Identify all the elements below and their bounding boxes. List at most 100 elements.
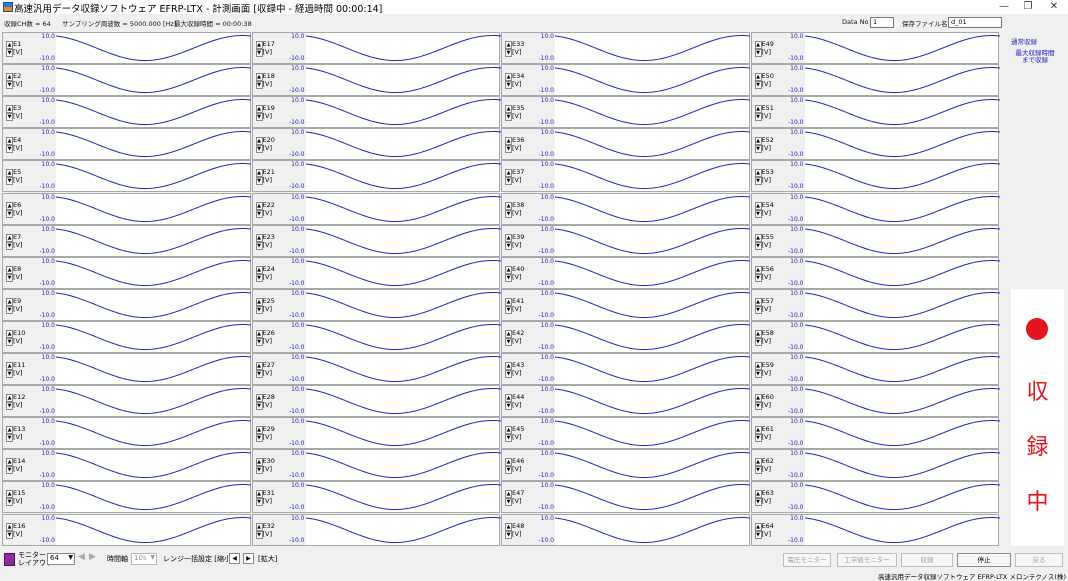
range-down-icon[interactable]: ▼ [505,466,512,475]
range-up-icon[interactable]: ▲ [754,297,762,306]
range-down-icon[interactable]: ▼ [255,530,263,539]
scroll-left-icon[interactable]: ◀ [78,552,85,562]
range-down-icon[interactable]: ▼ [255,466,263,475]
range-up-icon[interactable]: ▲ [754,169,762,178]
range-up-icon[interactable]: ▲ [505,458,512,467]
range-up-icon[interactable]: ▲ [255,201,263,210]
range-down-icon[interactable]: ▼ [6,305,13,314]
layout-select[interactable]: 64 ▼ [47,553,75,565]
file-name-field[interactable]: d_01 [948,17,1002,28]
range-down-icon[interactable]: ▼ [754,81,762,90]
range-down-icon[interactable]: ▼ [6,530,13,539]
range-up-icon[interactable]: ▲ [255,137,263,146]
range-up-icon[interactable]: ▲ [505,265,512,274]
range-up-icon[interactable]: ▲ [505,201,512,210]
range-down-icon[interactable]: ▼ [6,177,13,186]
normal-record-option[interactable]: 通常収録 [1011,36,1037,46]
range-down-icon[interactable]: ▼ [505,337,512,346]
range-up-icon[interactable]: ▲ [505,362,512,370]
range-up-icon[interactable]: ▲ [505,169,512,178]
range-down-icon[interactable]: ▼ [505,145,512,154]
range-up-icon[interactable]: ▲ [255,329,263,338]
range-up-icon[interactable]: ▲ [505,137,512,146]
range-up-icon[interactable]: ▲ [255,265,263,274]
back-button[interactable]: 戻る [1015,553,1063,567]
range-down-icon[interactable]: ▼ [505,498,512,507]
minimize-button[interactable]: — [992,0,1016,14]
restore-button[interactable]: ❐ [1016,0,1040,14]
range-up-icon[interactable]: ▲ [255,73,263,82]
range-up-icon[interactable]: ▲ [255,522,263,531]
range-down-icon[interactable]: ▼ [255,81,263,90]
range-up-icon[interactable]: ▲ [754,137,762,146]
time-axis-select[interactable]: 10s ▼ [131,553,157,565]
range-down-icon[interactable]: ▼ [505,273,512,282]
range-up-icon[interactable]: ▲ [505,297,512,306]
range-up-icon[interactable]: ▲ [6,73,13,82]
range-up-icon[interactable]: ▲ [754,105,762,114]
range-down-icon[interactable]: ▼ [505,434,512,443]
range-down-icon[interactable]: ▼ [255,337,263,346]
range-up-icon[interactable]: ▲ [6,201,13,210]
range-down-icon[interactable]: ▼ [6,49,13,57]
voltage-monitor-button[interactable]: 電圧モニター [783,553,831,567]
range-down-icon[interactable]: ▼ [6,113,13,122]
range-down-icon[interactable]: ▼ [6,466,13,475]
range-up-icon[interactable]: ▲ [255,41,263,49]
record-button[interactable]: 収録 [901,553,953,567]
range-down-icon[interactable]: ▼ [754,498,762,507]
range-up-icon[interactable]: ▲ [505,426,512,435]
range-down-icon[interactable]: ▼ [754,273,762,282]
range-down-icon[interactable]: ▼ [6,273,13,282]
range-down-icon[interactable]: ▼ [255,145,263,154]
range-down-icon[interactable]: ▼ [255,498,263,507]
range-down-icon[interactable]: ▼ [6,209,13,218]
range-down-icon[interactable]: ▼ [255,305,263,314]
range-down-icon[interactable]: ▼ [754,402,762,411]
range-down-icon[interactable]: ▼ [754,145,762,154]
range-down-icon[interactable]: ▼ [505,402,512,411]
range-up-icon[interactable]: ▲ [505,233,512,242]
range-down-icon[interactable]: ▼ [754,370,762,378]
range-down-icon[interactable]: ▼ [505,49,512,57]
range-down-icon[interactable]: ▼ [505,113,512,122]
range-up-icon[interactable]: ▲ [754,265,762,274]
range-down-icon[interactable]: ▼ [754,530,762,539]
range-up-icon[interactable]: ▲ [6,362,13,370]
range-down-icon[interactable]: ▼ [6,145,13,154]
range-up-icon[interactable]: ▲ [255,394,263,403]
range-down-icon[interactable]: ▼ [505,370,512,378]
range-up-icon[interactable]: ▲ [754,490,762,499]
range-up-icon[interactable]: ▲ [754,362,762,370]
range-up-icon[interactable]: ▲ [255,233,263,242]
range-up-icon[interactable]: ▲ [754,233,762,242]
range-up-icon[interactable]: ▲ [6,137,13,146]
range-up-icon[interactable]: ▲ [255,297,263,306]
range-up-icon[interactable]: ▲ [505,329,512,338]
range-down-icon[interactable]: ▼ [505,81,512,90]
range-down-icon[interactable]: ▼ [255,241,263,250]
range-down-icon[interactable]: ▼ [255,370,263,378]
stop-button[interactable]: 停止 [957,553,1011,567]
range-up-icon[interactable]: ▲ [255,105,263,114]
close-button[interactable]: ✕ [1042,0,1066,14]
range-down-icon[interactable]: ▼ [754,49,762,57]
range-up-icon[interactable]: ▲ [754,73,762,82]
range-down-icon[interactable]: ▼ [255,113,263,122]
range-up-icon[interactable]: ▲ [255,490,263,499]
range-up-icon[interactable]: ▲ [6,233,13,242]
range-shrink-icon[interactable]: ◀ [229,553,240,564]
range-up-icon[interactable]: ▲ [754,394,762,403]
range-down-icon[interactable]: ▼ [6,81,13,90]
range-down-icon[interactable]: ▼ [754,113,762,122]
range-up-icon[interactable]: ▲ [754,522,762,531]
range-down-icon[interactable]: ▼ [255,434,263,443]
range-up-icon[interactable]: ▲ [6,329,13,338]
scroll-right-icon[interactable]: ▶ [89,552,96,562]
range-up-icon[interactable]: ▲ [255,169,263,178]
range-up-icon[interactable]: ▲ [6,394,13,403]
range-up-icon[interactable]: ▲ [6,41,13,49]
max-time-record-option[interactable]: 最大収録時間 まで収録 [1005,50,1065,64]
range-up-icon[interactable]: ▲ [255,362,263,370]
range-down-icon[interactable]: ▼ [255,209,263,218]
